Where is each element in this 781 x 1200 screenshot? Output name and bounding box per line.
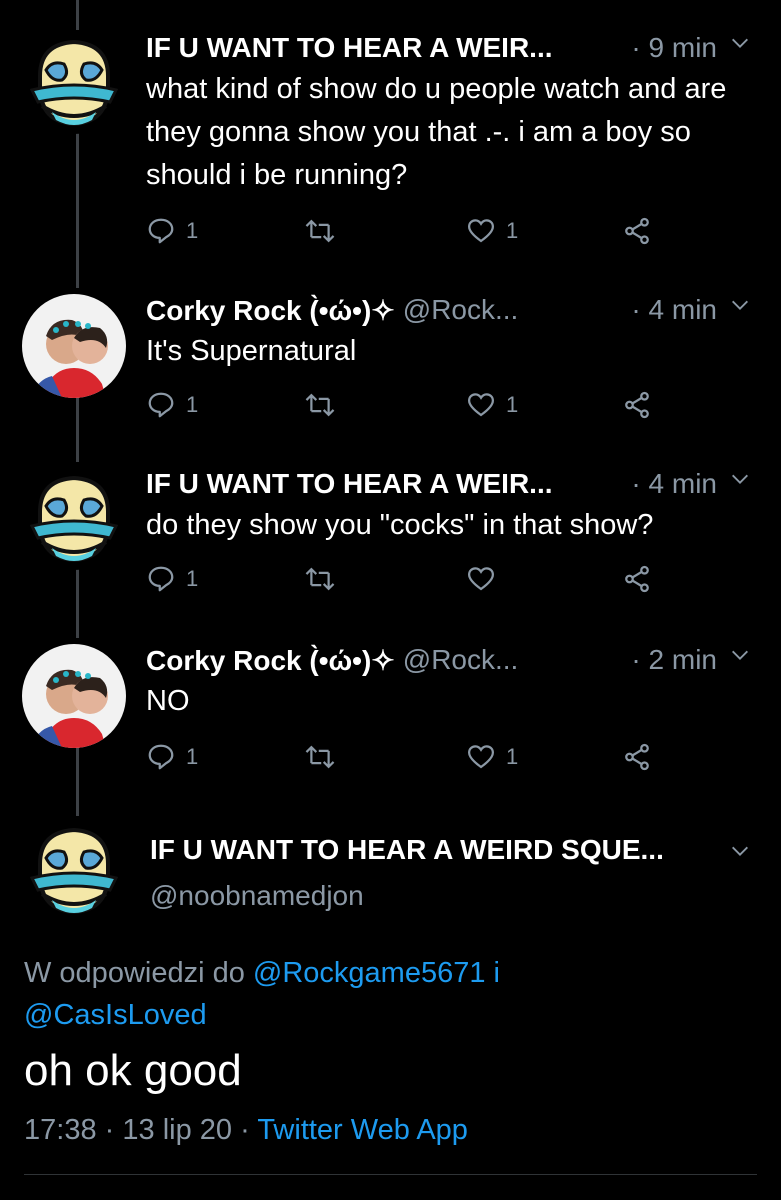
tweet-meta: 17:38 · 13 lip 20 · Twitter Web App — [24, 1114, 468, 1147]
user-handle[interactable]: @noobnamedjon — [150, 880, 364, 912]
reply-button[interactable]: 1 — [146, 390, 198, 420]
reply-count: 1 — [186, 566, 199, 591]
reply-button[interactable]: 1 — [146, 216, 198, 246]
reply-icon — [148, 566, 174, 592]
chevron-down-icon[interactable] — [729, 840, 751, 862]
retweet-button[interactable] — [304, 216, 346, 246]
tweet-actions: 1 — [146, 564, 666, 604]
like-count: 1 — [506, 744, 519, 769]
divider — [24, 1174, 757, 1175]
separator: · — [240, 1114, 250, 1146]
avatar[interactable] — [22, 818, 126, 922]
thread-line — [76, 744, 79, 816]
avatar[interactable] — [22, 466, 126, 570]
tweet-time: 17:38 — [24, 1114, 97, 1146]
heart-icon — [467, 219, 495, 243]
heart-icon — [467, 393, 495, 417]
share-button[interactable] — [622, 390, 652, 420]
reply-prefix: W odpowiedzi do — [24, 957, 245, 989]
like-count: 1 — [506, 218, 519, 243]
reply-and: i — [493, 957, 500, 989]
retweet-button[interactable] — [304, 564, 346, 594]
tweet-actions: 1 1 — [146, 216, 666, 256]
tweet-date: 13 lip 20 — [122, 1114, 233, 1146]
thread-line — [76, 132, 79, 288]
like-button[interactable]: 1 — [466, 390, 518, 420]
source-link[interactable]: Twitter Web App — [257, 1114, 468, 1146]
retweet-icon — [305, 219, 335, 243]
chevron-down-icon[interactable] — [729, 468, 751, 490]
like-button[interactable]: 1 — [466, 742, 518, 772]
reply-count: 1 — [186, 218, 199, 243]
heart-icon — [467, 567, 495, 591]
separator: · — [104, 1114, 115, 1146]
share-icon — [625, 391, 649, 419]
share-button[interactable] — [622, 216, 652, 246]
thread-line — [76, 392, 79, 462]
timestamp[interactable]: · 4 min — [631, 468, 717, 500]
tweet-header: Corky Rock (̀•ώ•)✧ @Rock... · 4 min — [146, 290, 751, 330]
retweet-icon — [305, 745, 335, 769]
display-name[interactable]: IF U WANT TO HEAR A WEIR... — [146, 468, 553, 500]
display-name[interactable]: Corky Rock (̀•ώ•)✧ — [146, 644, 395, 677]
chevron-down-icon[interactable] — [729, 32, 751, 54]
retweet-button[interactable] — [304, 742, 346, 772]
tweet-header: IF U WANT TO HEAR A WEIR... · 4 min — [146, 464, 751, 504]
timestamp[interactable]: · 4 min — [631, 294, 717, 326]
share-button[interactable] — [622, 742, 652, 772]
tweet-text: NO — [146, 685, 190, 717]
chevron-down-icon[interactable] — [729, 294, 751, 316]
share-button[interactable] — [622, 564, 652, 594]
focused-header: IF U WANT TO HEAR A WEIRD SQUE... — [150, 830, 751, 870]
reply-count: 1 — [186, 744, 199, 769]
avatar[interactable] — [22, 644, 126, 748]
tweet-actions: 1 1 — [146, 390, 666, 430]
reply-count: 1 — [186, 392, 199, 417]
retweet-icon — [305, 393, 335, 417]
replying-to: W odpowiedzi do @Rockgame5671 i @CasIsLo… — [24, 952, 584, 1036]
tweet-header: IF U WANT TO HEAR A WEIR... · 9 min — [146, 28, 751, 68]
timestamp[interactable]: · 9 min — [631, 32, 717, 64]
share-icon — [625, 565, 649, 593]
timestamp[interactable]: · 2 min — [631, 644, 717, 676]
reply-button[interactable]: 1 — [146, 564, 198, 594]
tweet-text: do they show you "cocks" in that show? — [146, 509, 654, 541]
reply-icon — [148, 392, 174, 418]
mention-link[interactable]: @CasIsLoved — [24, 999, 207, 1031]
display-name[interactable]: IF U WANT TO HEAR A WEIRD SQUE... — [150, 834, 664, 866]
avatar[interactable] — [22, 294, 126, 398]
retweet-button[interactable] — [304, 390, 346, 420]
mention-link[interactable]: @Rockgame5671 — [253, 957, 486, 989]
user-handle[interactable]: @Rock... — [403, 644, 519, 676]
tweet-text: It's Supernatural — [146, 335, 357, 367]
focused-tweet-text: oh ok good — [24, 1046, 242, 1095]
thread-line — [76, 0, 79, 30]
reply-icon — [148, 218, 174, 244]
display-name[interactable]: IF U WANT TO HEAR A WEIR... — [146, 32, 553, 64]
like-button[interactable]: 1 — [466, 216, 518, 246]
avatar[interactable] — [22, 30, 126, 134]
tweet-text: what kind of show do u people watch and … — [146, 73, 727, 191]
display-name[interactable]: Corky Rock (̀•ώ•)✧ — [146, 294, 395, 327]
user-handle[interactable]: @Rock... — [403, 294, 519, 326]
like-count: 1 — [506, 392, 519, 417]
heart-icon — [467, 745, 495, 769]
share-icon — [625, 743, 649, 771]
tweet-actions: 1 1 — [146, 742, 666, 782]
reply-button[interactable]: 1 — [146, 742, 198, 772]
share-icon — [625, 217, 649, 245]
tweet-header: Corky Rock (̀•ώ•)✧ @Rock... · 2 min — [146, 640, 751, 680]
reply-icon — [148, 744, 174, 770]
like-button[interactable] — [466, 564, 506, 594]
retweet-icon — [305, 567, 335, 591]
thread-line — [76, 568, 79, 638]
chevron-down-icon[interactable] — [729, 644, 751, 666]
